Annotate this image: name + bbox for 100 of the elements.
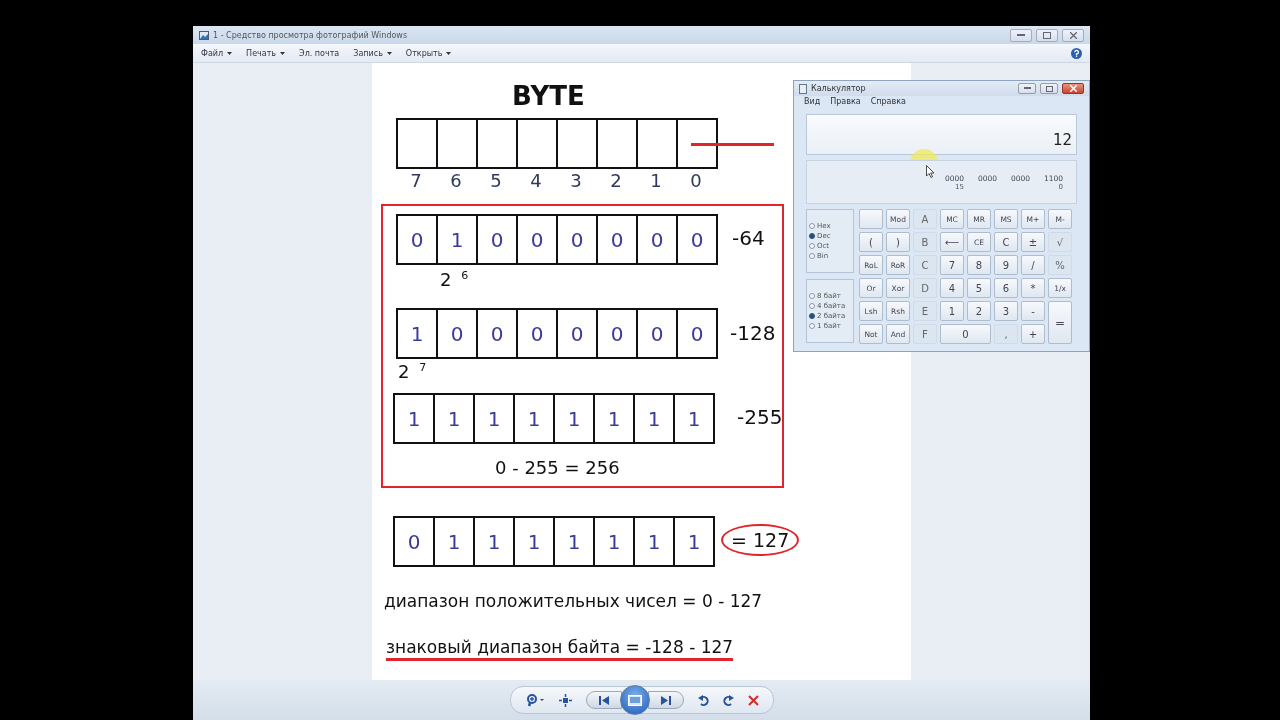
bit-cell: 0 [476,214,518,265]
bit-cell: 1 [633,393,675,444]
bit-cell: 1 [593,516,635,567]
close-button[interactable] [1062,28,1084,42]
bit-cell [476,118,518,169]
window-title: Калькулятор [811,84,866,93]
slideshow-icon [627,694,642,706]
menu-item[interactable]: Вид [804,97,821,106]
calculator-key[interactable]: 2 [967,301,991,321]
bit-cell: 0 [596,308,638,359]
calculator-key[interactable]: 0 [940,324,991,344]
bit-index: 2 [609,170,623,191]
bit-cell: 0 [636,214,678,265]
calculator-key[interactable]: 1 [940,301,964,321]
minimize-icon [1017,33,1025,37]
bit-cell: 1 [436,214,478,265]
display-value: 12 [806,114,1077,155]
result-label: = 127 [721,524,800,556]
calculator-key[interactable]: * [1021,278,1045,298]
calculator-key[interactable]: ⟵ [940,232,964,252]
close-button[interactable] [1062,83,1084,94]
calculator-key[interactable]: ( [859,232,883,252]
calculator-key[interactable]: ) [886,232,910,252]
menu-item[interactable]: Запись [353,48,392,58]
bit-cell: 1 [473,393,515,444]
calculator-key[interactable]: ± [1021,232,1045,252]
calculator-icon [799,83,807,94]
calculator-key[interactable]: C [994,232,1018,252]
calculator-key[interactable]: 5 [967,278,991,298]
calculator-key[interactable]: 4 [940,278,964,298]
calculator-key[interactable]: = [1048,301,1072,344]
note-text: диапазон положительных чисел = 0 - 127 [384,591,763,611]
bit-cell: 0 [516,308,558,359]
menu-item[interactable]: Правка [830,97,861,106]
bit-cell [596,118,638,169]
bit-cell: 0 [676,214,718,265]
bit-cell [676,118,718,169]
next-icon [660,695,671,705]
slideshow-button[interactable] [619,685,650,715]
minimize-button[interactable] [1010,28,1032,42]
bit-cell: 1 [433,393,475,444]
menu-item[interactable]: Файл [201,48,233,58]
bit-cell: 1 [473,516,515,567]
calculator-key[interactable]: 8 [967,255,991,275]
bit-cell: 0 [596,214,638,265]
bit-cell [556,118,598,169]
power-label: 2 $^{6}$ [440,269,469,290]
calculator-key[interactable]: 3 [994,301,1018,321]
bit-cell: 0 [676,308,718,359]
bit-index: 6 [449,170,463,191]
bit-cell: 1 [433,516,475,567]
value-label: -128 [730,321,776,345]
maximize-button[interactable] [1040,83,1058,94]
calculator-key[interactable]: 6 [994,278,1018,298]
bit-cell: 0 [516,214,558,265]
range-formula: 0 - 255 = 256 [495,457,620,478]
power-label: 2 $^{7}$ [398,361,427,382]
bit-cell: 1 [633,516,675,567]
bit-cell: 0 [436,308,478,359]
calculator-key[interactable]: - [1021,301,1045,321]
rotate-left-button[interactable] [697,694,709,706]
next-button[interactable] [647,691,684,709]
minimize-icon [1023,87,1031,90]
slide-title: BYTE [512,81,585,111]
calculator-key[interactable]: / [1021,255,1045,275]
calculator-key[interactable]: 9 [994,255,1018,275]
bit-cell: 1 [393,393,435,444]
minimize-button[interactable] [1018,83,1036,94]
note-text: знаковый диапазон байта = -128 - 127 [386,637,734,661]
calculator-key[interactable]: 7 [940,255,964,275]
help-icon[interactable] [1071,47,1082,59]
bit-cell: 1 [396,308,438,359]
bit-cell: 1 [553,516,595,567]
bit-cell: 1 [513,393,555,444]
bit-cell: 1 [593,393,635,444]
menu-item[interactable]: Открыть [405,48,452,58]
fit-button[interactable] [558,693,572,707]
window-title: 1 - Средство просмотра фотографий Windows [213,30,408,40]
bit-cell: 0 [393,516,435,567]
delete-button[interactable] [747,694,759,706]
bit-index: 0 [689,170,703,191]
calculator-key[interactable]: + [1021,324,1045,344]
bit-cell: 0 [396,214,438,265]
bit-cell: 1 [673,516,715,567]
maximize-button[interactable] [1036,28,1058,42]
bit-cell [636,118,678,169]
bit-cell: 0 [476,308,518,359]
bit-index: 1 [649,170,663,191]
menu-item[interactable]: Печать [246,48,286,58]
bit-index: 5 [489,170,503,191]
previous-button[interactable] [585,691,622,709]
bit-cell: 1 [513,516,555,567]
bit-cell: 0 [556,308,598,359]
zoom-button[interactable] [524,693,545,707]
bit-cell: 1 [553,393,595,444]
menu-item[interactable]: Эл. почта [299,48,340,58]
close-icon [1069,85,1077,92]
rotate-right-button[interactable] [722,694,734,706]
menu-item[interactable]: Справка [870,97,906,106]
photo-viewer-icon [199,30,209,40]
